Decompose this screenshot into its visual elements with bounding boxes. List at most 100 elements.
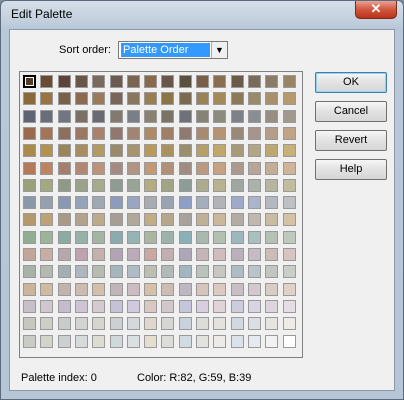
palette-swatch[interactable] (144, 75, 157, 88)
palette-swatch[interactable] (144, 196, 157, 209)
palette-swatch[interactable] (110, 213, 123, 226)
palette-swatch[interactable] (23, 110, 36, 123)
palette-swatch[interactable] (144, 144, 157, 157)
palette-swatch[interactable] (231, 231, 244, 244)
cancel-button[interactable]: Cancel (315, 101, 387, 122)
palette-swatch[interactable] (110, 92, 123, 105)
palette-swatch[interactable] (110, 110, 123, 123)
palette-swatch[interactable] (23, 317, 36, 330)
palette-swatch[interactable] (40, 162, 53, 175)
palette-swatch[interactable] (127, 162, 140, 175)
palette-swatch[interactable] (144, 213, 157, 226)
palette-swatch[interactable] (283, 213, 296, 226)
palette-swatch[interactable] (231, 75, 244, 88)
palette-swatch[interactable] (92, 231, 105, 244)
palette-swatch[interactable] (179, 213, 192, 226)
palette-swatch[interactable] (144, 110, 157, 123)
palette-swatch[interactable] (161, 127, 174, 140)
palette-swatch[interactable] (179, 75, 192, 88)
palette-swatch[interactable] (196, 265, 209, 278)
palette-swatch[interactable] (265, 300, 278, 313)
palette-swatch[interactable] (196, 335, 209, 348)
palette-swatch[interactable] (283, 317, 296, 330)
palette-swatch[interactable] (110, 300, 123, 313)
palette-swatch[interactable] (92, 248, 105, 261)
palette-swatch[interactable] (110, 317, 123, 330)
palette-swatch[interactable] (265, 92, 278, 105)
palette-swatch[interactable] (196, 231, 209, 244)
palette-swatch[interactable] (23, 75, 36, 88)
palette-swatch[interactable] (179, 300, 192, 313)
ok-button[interactable]: OK (315, 72, 387, 93)
palette-swatch[interactable] (213, 300, 226, 313)
palette-swatch[interactable] (127, 283, 140, 296)
palette-swatch[interactable] (127, 231, 140, 244)
palette-swatch[interactable] (213, 335, 226, 348)
palette-swatch[interactable] (283, 127, 296, 140)
palette-swatch[interactable] (248, 75, 261, 88)
dropdown-arrow-button[interactable]: ▼ (211, 42, 227, 58)
palette-swatch[interactable] (144, 179, 157, 192)
palette-swatch[interactable] (196, 196, 209, 209)
palette-swatch[interactable] (75, 179, 88, 192)
palette-swatch[interactable] (58, 335, 71, 348)
palette-swatch[interactable] (75, 127, 88, 140)
palette-swatch[interactable] (23, 92, 36, 105)
palette-swatch[interactable] (283, 335, 296, 348)
palette-swatch[interactable] (283, 144, 296, 157)
palette-swatch[interactable] (127, 127, 140, 140)
palette-swatch[interactable] (265, 110, 278, 123)
palette-swatch[interactable] (127, 300, 140, 313)
palette-swatch[interactable] (58, 317, 71, 330)
palette-swatch[interactable] (23, 162, 36, 175)
palette-swatch[interactable] (196, 110, 209, 123)
palette-swatch[interactable] (127, 248, 140, 261)
palette-swatch[interactable] (196, 127, 209, 140)
palette-swatch[interactable] (110, 265, 123, 278)
palette-swatch[interactable] (40, 75, 53, 88)
palette-swatch[interactable] (23, 179, 36, 192)
palette-swatch[interactable] (144, 300, 157, 313)
palette-swatch[interactable] (196, 213, 209, 226)
palette-swatch[interactable] (179, 162, 192, 175)
palette-swatch[interactable] (75, 144, 88, 157)
palette-swatch[interactable] (248, 213, 261, 226)
palette-swatch[interactable] (75, 75, 88, 88)
palette-swatch[interactable] (40, 92, 53, 105)
palette-swatch[interactable] (144, 283, 157, 296)
palette-swatch[interactable] (179, 179, 192, 192)
palette-swatch[interactable] (231, 248, 244, 261)
revert-button[interactable]: Revert (315, 130, 387, 151)
palette-swatch[interactable] (75, 335, 88, 348)
palette-swatch[interactable] (265, 179, 278, 192)
palette-swatch[interactable] (283, 196, 296, 209)
palette-swatch[interactable] (213, 196, 226, 209)
palette-swatch[interactable] (23, 127, 36, 140)
palette-swatch[interactable] (231, 144, 244, 157)
palette-swatch[interactable] (110, 196, 123, 209)
palette-swatch[interactable] (248, 196, 261, 209)
palette-swatch[interactable] (40, 179, 53, 192)
palette-swatch[interactable] (248, 92, 261, 105)
palette-swatch[interactable] (213, 92, 226, 105)
palette-swatch[interactable] (265, 265, 278, 278)
close-button[interactable]: ✕ (355, 1, 397, 19)
palette-swatch[interactable] (179, 196, 192, 209)
palette-swatch[interactable] (40, 335, 53, 348)
palette-swatch[interactable] (248, 300, 261, 313)
palette-swatch[interactable] (75, 248, 88, 261)
palette-swatch[interactable] (213, 144, 226, 157)
palette-swatch[interactable] (58, 92, 71, 105)
palette-swatch[interactable] (265, 335, 278, 348)
palette-swatch[interactable] (213, 75, 226, 88)
palette-swatch[interactable] (248, 162, 261, 175)
palette-swatch[interactable] (40, 300, 53, 313)
palette-swatch[interactable] (161, 213, 174, 226)
palette-swatch[interactable] (248, 283, 261, 296)
palette-swatch[interactable] (248, 144, 261, 157)
palette-swatch[interactable] (213, 283, 226, 296)
palette-swatch[interactable] (40, 231, 53, 244)
palette-swatch[interactable] (58, 110, 71, 123)
palette-swatch[interactable] (265, 162, 278, 175)
palette-swatch[interactable] (144, 162, 157, 175)
